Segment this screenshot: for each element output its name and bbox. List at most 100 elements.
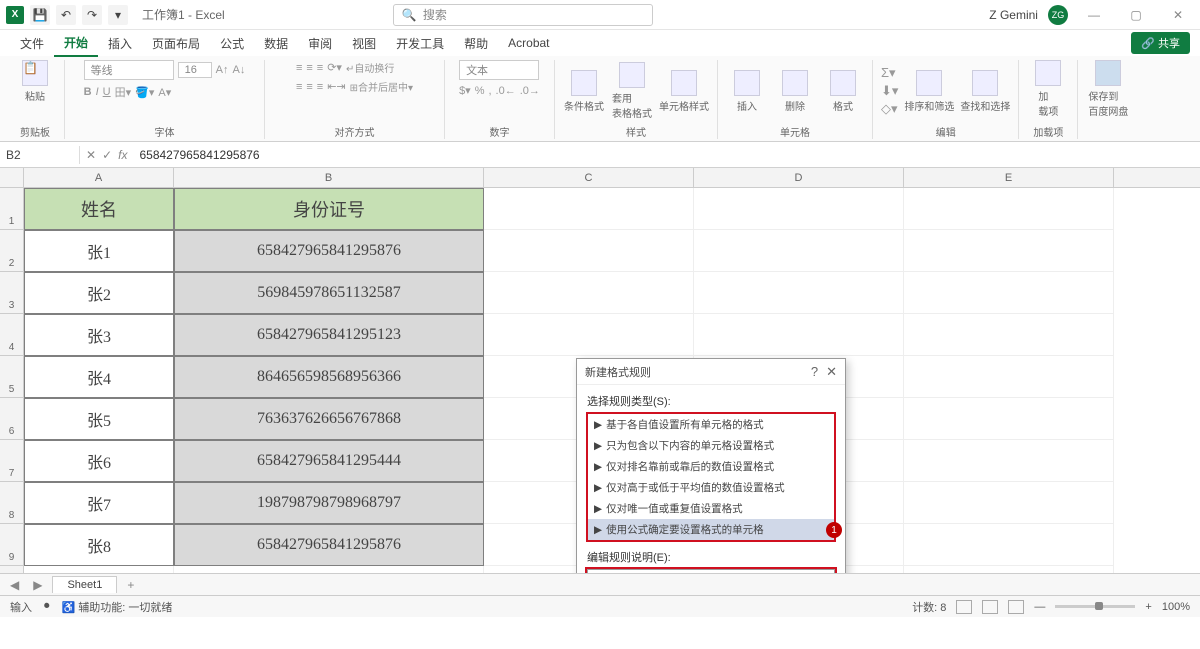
user-name[interactable]: Z Gemini (989, 8, 1038, 22)
tab-home[interactable]: 开始 (54, 30, 98, 57)
row-header[interactable]: 4 (0, 314, 24, 356)
tab-formulas[interactable]: 公式 (210, 31, 254, 56)
col-header-A[interactable]: A (24, 168, 174, 187)
insert-cells-button[interactable]: 插入 (726, 70, 768, 113)
close-button[interactable]: ✕ (1162, 3, 1194, 27)
rule-type-item[interactable]: ▶ 基于各自值设置所有单元格的格式 (588, 414, 834, 435)
indent-icon[interactable]: ⇤⇥ (327, 80, 345, 93)
cell-B7[interactable]: 658427965841295444 (174, 440, 484, 482)
delete-cells-button[interactable]: 删除 (774, 70, 816, 113)
zoom-out-icon[interactable]: — (1034, 601, 1045, 613)
qat-redo-icon[interactable]: ↷ (82, 5, 102, 25)
cell[interactable] (904, 440, 1114, 482)
row-header-10[interactable]: 10 (0, 566, 24, 573)
qat-save-icon[interactable]: 💾 (30, 5, 50, 25)
qat-undo-icon[interactable]: ↶ (56, 5, 76, 25)
cell[interactable] (904, 272, 1114, 314)
col-header-C[interactable]: C (484, 168, 694, 187)
percent-icon[interactable]: % (475, 85, 485, 97)
page-break-view-icon[interactable] (1008, 600, 1024, 614)
tab-data[interactable]: 数据 (254, 31, 298, 56)
row-header[interactable]: 9 (0, 524, 24, 566)
cell[interactable] (174, 566, 484, 573)
col-header-D[interactable]: D (694, 168, 904, 187)
zoom-in-icon[interactable]: + (1145, 601, 1151, 613)
new-sheet-icon[interactable]: + (123, 578, 138, 592)
format-cells-button[interactable]: 格式 (822, 70, 864, 113)
save-baidu-button[interactable]: 保存到 百度网盘 (1087, 60, 1129, 118)
align-middle-icon[interactable]: ≡ (306, 62, 312, 74)
zoom-level[interactable]: 100% (1162, 601, 1190, 613)
fill-color-button[interactable]: 🪣▾ (135, 86, 154, 99)
page-layout-view-icon[interactable] (982, 600, 998, 614)
autosum-icon[interactable]: Σ▾ (881, 65, 898, 81)
sort-filter-button[interactable]: 排序和筛选 (904, 70, 954, 113)
cell[interactable] (694, 272, 904, 314)
dialog-help-icon[interactable]: ? (811, 364, 818, 380)
conditional-format-button[interactable]: 条件格式 (563, 70, 605, 113)
accept-formula-icon[interactable]: ✓ (102, 148, 112, 162)
cell[interactable] (904, 356, 1114, 398)
cell-A5[interactable]: 张4 (24, 356, 174, 398)
sheet-nav-prev-icon[interactable]: ◀ (6, 578, 23, 592)
comma-icon[interactable]: , (488, 85, 491, 97)
cell-B8[interactable]: 198798798798968797 (174, 482, 484, 524)
find-select-button[interactable]: 查找和选择 (960, 70, 1010, 113)
maximize-button[interactable]: ▢ (1120, 3, 1152, 27)
wrap-text-button[interactable]: ↵自动换行 (346, 60, 394, 75)
cell-E1[interactable] (904, 188, 1114, 230)
row-header-1[interactable]: 1 (0, 188, 24, 230)
font-size-selector[interactable]: 16 (178, 62, 212, 78)
row-header[interactable]: 2 (0, 230, 24, 272)
cell[interactable] (484, 272, 694, 314)
cell-D1[interactable] (694, 188, 904, 230)
tab-developer[interactable]: 开发工具 (386, 31, 454, 56)
cell-A6[interactable]: 张5 (24, 398, 174, 440)
cell[interactable] (904, 230, 1114, 272)
currency-icon[interactable]: $▾ (459, 84, 471, 97)
decrease-font-icon[interactable]: A↓ (233, 64, 246, 76)
cell-A7[interactable]: 张6 (24, 440, 174, 482)
align-left-icon[interactable]: ≡ (296, 81, 302, 93)
accessibility-status[interactable]: ♿ 辅助功能: 一切就绪 (62, 599, 173, 615)
row-header[interactable]: 6 (0, 398, 24, 440)
tab-review[interactable]: 审阅 (298, 31, 342, 56)
tab-file[interactable]: 文件 (10, 31, 54, 56)
cell-A1[interactable]: 姓名 (24, 188, 174, 230)
select-all-corner[interactable] (0, 168, 24, 187)
dialog-close-icon[interactable]: ✕ (826, 364, 837, 380)
align-right-icon[interactable]: ≡ (317, 81, 323, 93)
tab-help[interactable]: 帮助 (454, 31, 498, 56)
cell-B4[interactable]: 658427965841295123 (174, 314, 484, 356)
cell[interactable] (904, 566, 1114, 573)
cell-C1[interactable] (484, 188, 694, 230)
tab-acrobat[interactable]: Acrobat (498, 32, 559, 54)
cell-A4[interactable]: 张3 (24, 314, 174, 356)
sheet-tab-active[interactable]: Sheet1 (52, 576, 117, 593)
align-center-icon[interactable]: ≡ (306, 81, 312, 93)
cell-A8[interactable]: 张7 (24, 482, 174, 524)
font-name-selector[interactable]: 等线 (84, 60, 174, 80)
cell[interactable] (694, 230, 904, 272)
addins-button[interactable]: 加 载项 (1027, 60, 1069, 118)
cell[interactable] (484, 230, 694, 272)
cell-styles-button[interactable]: 单元格样式 (659, 70, 709, 113)
cell-B9[interactable]: 658427965841295876 (174, 524, 484, 566)
align-top-icon[interactable]: ≡ (296, 62, 302, 74)
cell-B5[interactable]: 864656598568956366 (174, 356, 484, 398)
cancel-formula-icon[interactable]: ✕ (86, 148, 96, 162)
normal-view-icon[interactable] (956, 600, 972, 614)
cell-B2[interactable]: 658427965841295876 (174, 230, 484, 272)
cell-A3[interactable]: 张2 (24, 272, 174, 314)
decrease-decimal-icon[interactable]: .0→ (520, 85, 540, 97)
increase-decimal-icon[interactable]: .0← (496, 85, 516, 97)
cell[interactable] (904, 524, 1114, 566)
orientation-icon[interactable]: ⟳▾ (327, 61, 342, 74)
merge-button[interactable]: ⊞合并后居中▾ (350, 79, 413, 94)
rule-type-item[interactable]: ▶ 只为包含以下内容的单元格设置格式 (588, 435, 834, 456)
name-box[interactable]: B2 (0, 146, 80, 164)
row-header[interactable]: 5 (0, 356, 24, 398)
rule-type-item[interactable]: ▶ 仅对唯一值或重复值设置格式 (588, 498, 834, 519)
tab-layout[interactable]: 页面布局 (142, 31, 210, 56)
tab-view[interactable]: 视图 (342, 31, 386, 56)
